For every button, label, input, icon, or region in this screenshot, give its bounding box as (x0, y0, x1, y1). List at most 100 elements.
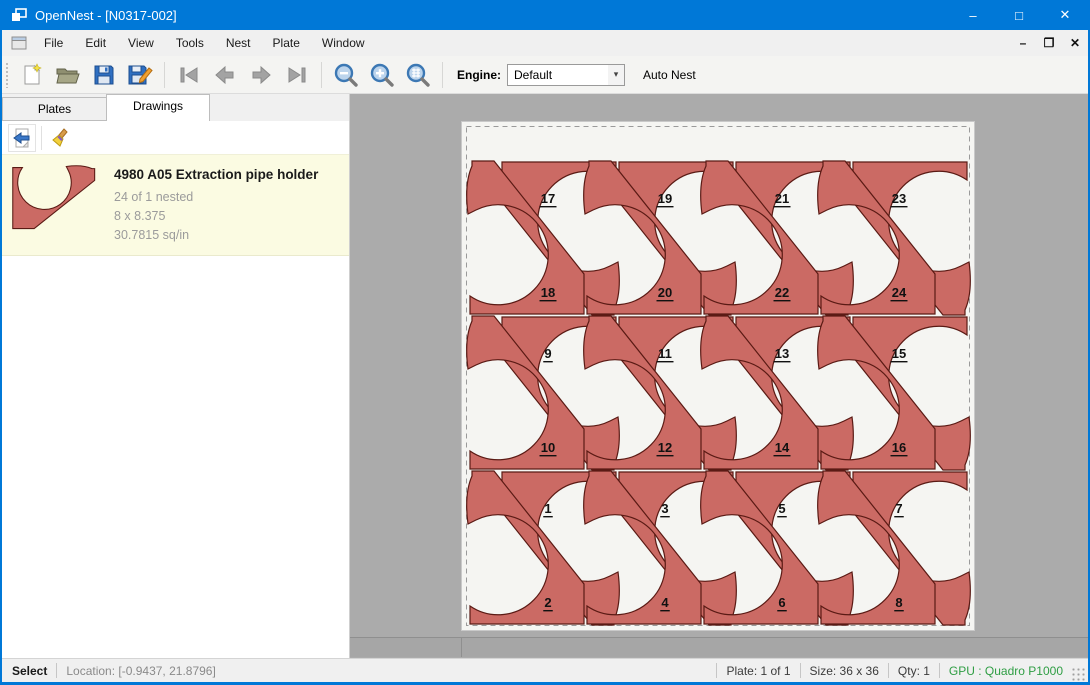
open-file-button[interactable] (53, 60, 83, 90)
svg-text:16: 16 (892, 440, 906, 455)
mdi-close-button[interactable]: ✕ (1062, 36, 1088, 50)
svg-text:20: 20 (658, 285, 672, 300)
window-title: OpenNest - [N0317-002] (35, 8, 177, 23)
main-toolbar: Engine: Default ▾ Auto Nest (2, 56, 1088, 94)
page-back-arrow-icon (11, 127, 33, 149)
zoom-fit-button[interactable] (403, 60, 433, 90)
drawing-nested-count: 24 of 1 nested (114, 188, 318, 207)
auto-nest-button[interactable]: Auto Nest (637, 64, 702, 86)
svg-text:13: 13 (775, 346, 789, 361)
menu-view[interactable]: View (117, 31, 165, 55)
statusbar-separator (888, 663, 889, 678)
previous-arrow-icon (213, 63, 237, 87)
svg-text:22: 22 (775, 285, 789, 300)
scrollbar-thumb-edge (461, 638, 462, 657)
status-gpu: GPU : Quadro P1000 (949, 664, 1063, 678)
new-file-button[interactable] (17, 60, 47, 90)
svg-text:24: 24 (892, 285, 907, 300)
statusbar-separator (56, 663, 57, 678)
zoom-in-icon (369, 62, 395, 88)
save-as-icon (127, 63, 153, 87)
svg-text:4: 4 (661, 595, 669, 610)
svg-text:8: 8 (895, 595, 902, 610)
menu-tools[interactable]: Tools (165, 31, 215, 55)
return-part-button[interactable] (8, 124, 36, 152)
status-mode: Select (12, 664, 47, 678)
status-plate: Plate: 1 of 1 (726, 664, 790, 678)
toolbar-separator (164, 62, 165, 88)
zoom-out-icon (333, 62, 359, 88)
toolbar-grip (5, 62, 10, 88)
svg-text:18: 18 (541, 285, 555, 300)
plate-view[interactable]: 171819202122232491011121314151612345678 (461, 121, 975, 631)
previous-plate-button[interactable] (210, 60, 240, 90)
tab-plates[interactable]: Plates (2, 97, 106, 121)
svg-text:15: 15 (892, 346, 906, 361)
close-button[interactable]: ✕ (1042, 0, 1088, 30)
horizontal-scrollbar[interactable] (350, 637, 1088, 657)
svg-text:17: 17 (541, 191, 555, 206)
svg-text:5: 5 (778, 501, 785, 516)
menu-bar: File Edit View Tools Nest Plate Window –… (2, 30, 1088, 56)
clear-button[interactable] (47, 124, 75, 152)
save-button[interactable] (89, 60, 119, 90)
status-size: Size: 36 x 36 (810, 664, 879, 678)
svg-text:7: 7 (895, 501, 902, 516)
svg-text:14: 14 (775, 440, 790, 455)
toolbar-separator (41, 126, 42, 150)
svg-text:10: 10 (541, 440, 555, 455)
zoom-out-button[interactable] (331, 60, 361, 90)
menu-file[interactable]: File (33, 31, 74, 55)
last-plate-button[interactable] (282, 60, 312, 90)
menu-plate[interactable]: Plate (262, 31, 311, 55)
minimize-button[interactable]: – (950, 0, 996, 30)
svg-text:11: 11 (658, 346, 672, 361)
save-as-button[interactable] (125, 60, 155, 90)
engine-value: Default (514, 68, 552, 82)
drawing-list-item[interactable]: 4980 A05 Extraction pipe holder 24 of 1 … (2, 154, 349, 256)
svg-text:3: 3 (661, 501, 668, 516)
drawing-title: 4980 A05 Extraction pipe holder (114, 167, 318, 182)
sidebar: Plates Drawings (2, 94, 350, 658)
new-file-icon (20, 63, 44, 87)
svg-text:21: 21 (775, 191, 789, 206)
title-bar: OpenNest - [N0317-002] – □ ✕ (2, 0, 1088, 30)
sidebar-tabs: Plates Drawings (2, 94, 349, 121)
menu-window[interactable]: Window (311, 31, 376, 55)
mdi-minimize-button[interactable]: – (1010, 36, 1036, 50)
app-icon (11, 8, 27, 22)
last-arrow-icon (285, 63, 309, 87)
zoom-in-button[interactable] (367, 60, 397, 90)
save-icon (92, 63, 116, 87)
app-window: OpenNest - [N0317-002] – □ ✕ File Edit V… (0, 0, 1090, 685)
mdi-child-icon (11, 36, 27, 50)
maximize-button[interactable]: □ (996, 0, 1042, 30)
nesting-canvas[interactable]: 171819202122232491011121314151612345678 (350, 94, 1088, 658)
mdi-restore-button[interactable]: ❐ (1036, 36, 1062, 50)
menu-edit[interactable]: Edit (74, 31, 117, 55)
statusbar-separator (939, 663, 940, 678)
statusbar-separator (800, 663, 801, 678)
zoom-fit-icon (405, 62, 431, 88)
toolbar-separator (321, 62, 322, 88)
tab-drawings[interactable]: Drawings (106, 94, 210, 121)
next-plate-button[interactable] (246, 60, 276, 90)
first-arrow-icon (177, 63, 201, 87)
first-plate-button[interactable] (174, 60, 204, 90)
status-qty: Qty: 1 (898, 664, 930, 678)
menu-nest[interactable]: Nest (215, 31, 262, 55)
drawings-toolbar (2, 121, 349, 154)
drawing-area: 30.7815 sq/in (114, 226, 318, 245)
status-location: Location: [-0.9437, 21.8796] (66, 664, 215, 678)
engine-select[interactable]: Default ▾ (507, 64, 625, 86)
chevron-down-icon[interactable]: ▾ (608, 65, 624, 85)
drawing-size: 8 x 8.375 (114, 207, 318, 226)
svg-text:1: 1 (544, 501, 551, 516)
svg-text:12: 12 (658, 440, 672, 455)
resize-grip[interactable] (1071, 667, 1085, 681)
broom-icon (50, 127, 72, 149)
status-bar: Select Location: [-0.9437, 21.8796] Plat… (2, 658, 1088, 682)
plate-drawing: 171819202122232491011121314151612345678 (462, 122, 974, 630)
next-arrow-icon (249, 63, 273, 87)
svg-text:6: 6 (778, 595, 785, 610)
